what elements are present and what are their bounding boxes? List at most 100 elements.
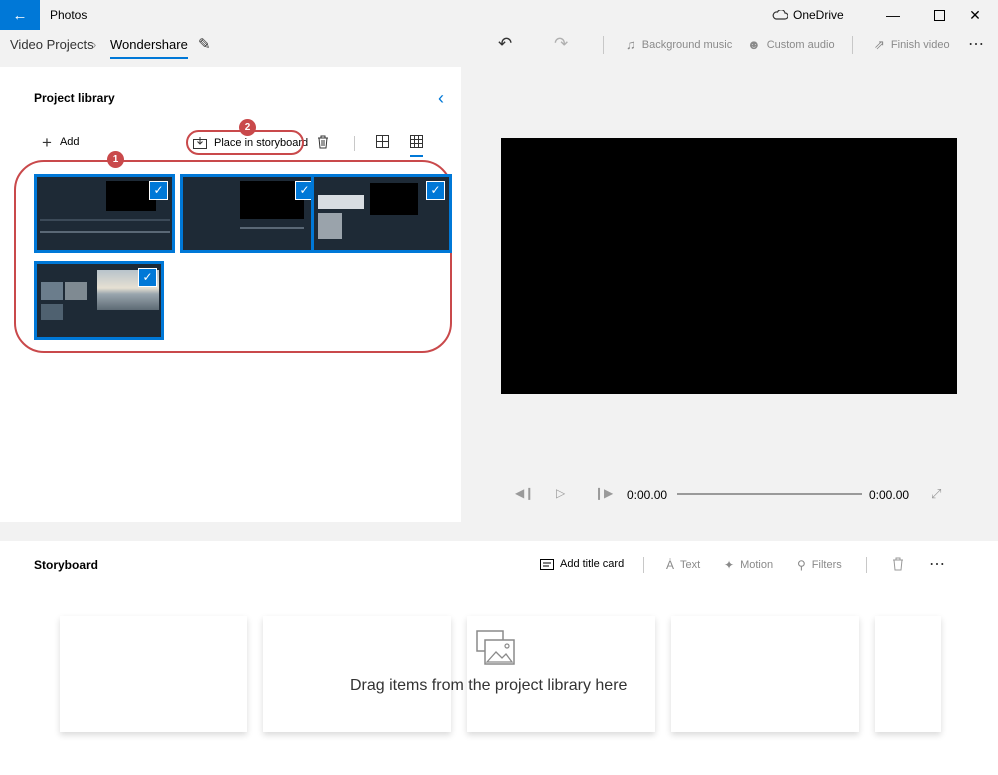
more-icon: ⋯ bbox=[929, 556, 945, 573]
motion-label: Motion bbox=[740, 559, 774, 571]
share-icon: ⇗ bbox=[874, 37, 885, 52]
chevron-left-icon: ‹ bbox=[438, 88, 444, 108]
divider bbox=[354, 136, 355, 151]
finish-video-label: Finish video bbox=[890, 39, 950, 51]
storyboard-slot[interactable] bbox=[60, 616, 247, 732]
filters-label: Filters bbox=[811, 559, 842, 571]
title-bar bbox=[0, 0, 998, 30]
person-audio-icon: ☻ bbox=[747, 37, 761, 52]
close-button[interactable]: ✕ bbox=[952, 0, 998, 30]
pencil-icon: ✎ bbox=[198, 36, 211, 53]
breadcrumb-video-projects[interactable]: Video Projects bbox=[10, 37, 94, 52]
custom-audio-button[interactable]: ☻ Custom audio bbox=[747, 37, 835, 52]
thumbnail-clip bbox=[41, 282, 63, 300]
image-placeholder-icon bbox=[476, 630, 515, 665]
text-label: Text bbox=[680, 559, 701, 571]
arrow-left-icon: ← bbox=[12, 6, 28, 24]
custom-audio-label: Custom audio bbox=[766, 38, 835, 51]
collapse-library-button[interactable]: ‹ bbox=[438, 88, 444, 109]
library-item-thumbnail[interactable]: ✓ bbox=[34, 261, 164, 340]
storyboard-empty-message: Drag items from the project library here bbox=[350, 677, 628, 694]
skip-forward-icon: ❙▶ bbox=[594, 486, 614, 500]
project-library-title: Project library bbox=[34, 91, 115, 105]
motion-icon: ✦ bbox=[724, 558, 735, 572]
divider bbox=[852, 36, 853, 54]
storyboard-slot[interactable] bbox=[671, 616, 859, 732]
add-title-card-label: Add title card bbox=[560, 558, 625, 570]
background-music-button[interactable]: ♫ Background music bbox=[626, 37, 732, 52]
more-icon: ⋯ bbox=[968, 36, 984, 53]
storyboard-slot[interactable] bbox=[875, 616, 941, 732]
divider bbox=[866, 557, 867, 573]
filters-icon: ⚲ bbox=[797, 558, 806, 572]
selected-check-icon[interactable]: ✓ bbox=[149, 181, 168, 200]
next-frame-button[interactable]: ❙▶ bbox=[594, 486, 613, 500]
back-button[interactable]: ← bbox=[0, 0, 40, 30]
background-music-label: Background music bbox=[641, 38, 733, 51]
add-title-card-button[interactable]: Add title card bbox=[540, 558, 624, 570]
fullscreen-button[interactable]: ⤢ bbox=[931, 486, 941, 502]
onedrive-status[interactable]: OneDrive bbox=[772, 8, 844, 22]
thumbnail-clip bbox=[318, 195, 364, 209]
thumbnail-clip bbox=[41, 304, 63, 320]
thumbnail-timeline bbox=[40, 219, 170, 221]
library-item-thumbnail[interactable]: ✓ bbox=[180, 174, 321, 253]
thumbnail-preview bbox=[370, 183, 418, 215]
chevron-right-icon: › bbox=[92, 37, 97, 52]
filters-button[interactable]: ⚲ Filters bbox=[797, 558, 842, 572]
trash-icon bbox=[318, 135, 328, 149]
previous-frame-button[interactable]: ◀❙ bbox=[515, 486, 534, 500]
storyboard-title: Storyboard bbox=[34, 558, 99, 572]
text-button[interactable]: Ȧ Text bbox=[666, 558, 700, 572]
breadcrumb-project-name[interactable]: Wondershare bbox=[110, 37, 188, 59]
undo-icon: ↶ bbox=[498, 34, 513, 53]
motion-button[interactable]: ✦ Motion bbox=[724, 558, 773, 572]
storyboard-more-button[interactable]: ⋯ bbox=[929, 554, 945, 574]
add-button[interactable]: + Add bbox=[42, 132, 80, 152]
grid-small-icon bbox=[410, 135, 423, 148]
redo-icon: ↷ bbox=[554, 34, 569, 53]
thumbnail-timeline bbox=[40, 231, 170, 233]
undo-button[interactable]: ↶ bbox=[498, 34, 512, 54]
minimize-button[interactable]: — bbox=[870, 0, 916, 30]
plus-icon: + bbox=[42, 132, 52, 152]
storyboard-slot[interactable] bbox=[263, 616, 451, 732]
music-note-icon: ♫ bbox=[626, 37, 636, 52]
small-grid-view-button[interactable] bbox=[410, 135, 423, 157]
thumbnail-clip bbox=[65, 282, 87, 300]
text-icon: Ȧ bbox=[666, 558, 675, 572]
app-title: Photos bbox=[50, 8, 88, 22]
seek-bar[interactable] bbox=[677, 493, 862, 495]
maximize-icon bbox=[933, 9, 945, 21]
annotation-marker-1: 1 bbox=[107, 151, 124, 168]
library-item-thumbnail[interactable]: ✓ bbox=[311, 174, 452, 253]
finish-video-button[interactable]: ⇗ Finish video bbox=[874, 37, 950, 53]
cloud-icon bbox=[772, 10, 788, 20]
selected-check-icon[interactable]: ✓ bbox=[138, 268, 157, 287]
large-grid-view-button[interactable] bbox=[376, 135, 389, 152]
delete-button[interactable] bbox=[317, 135, 329, 152]
redo-button[interactable]: ↷ bbox=[554, 34, 568, 54]
storyboard-delete-button[interactable] bbox=[892, 557, 904, 571]
play-button[interactable]: ▷ bbox=[556, 486, 565, 500]
annotation-marker-2: 2 bbox=[239, 119, 256, 136]
divider bbox=[603, 36, 604, 54]
add-label: Add bbox=[59, 136, 80, 148]
play-icon: ▷ bbox=[556, 486, 566, 500]
divider bbox=[643, 557, 644, 573]
video-preview bbox=[501, 138, 957, 394]
close-icon: ✕ bbox=[969, 6, 981, 23]
grid-large-icon bbox=[376, 135, 389, 148]
title-card-icon bbox=[540, 558, 554, 570]
more-options-button[interactable]: ⋯ bbox=[968, 34, 984, 54]
skip-back-icon: ◀❙ bbox=[515, 486, 535, 500]
selected-check-icon[interactable]: ✓ bbox=[426, 181, 445, 200]
expand-icon: ⤢ bbox=[931, 486, 942, 501]
time-current: 0:00.00 bbox=[627, 488, 668, 502]
minimize-icon: — bbox=[886, 7, 900, 23]
trash-icon bbox=[893, 557, 903, 571]
thumbnail-detail bbox=[240, 227, 304, 229]
thumbnail-clip bbox=[318, 213, 342, 239]
library-item-thumbnail[interactable]: ✓ bbox=[34, 174, 175, 253]
rename-button[interactable]: ✎ bbox=[198, 35, 211, 53]
